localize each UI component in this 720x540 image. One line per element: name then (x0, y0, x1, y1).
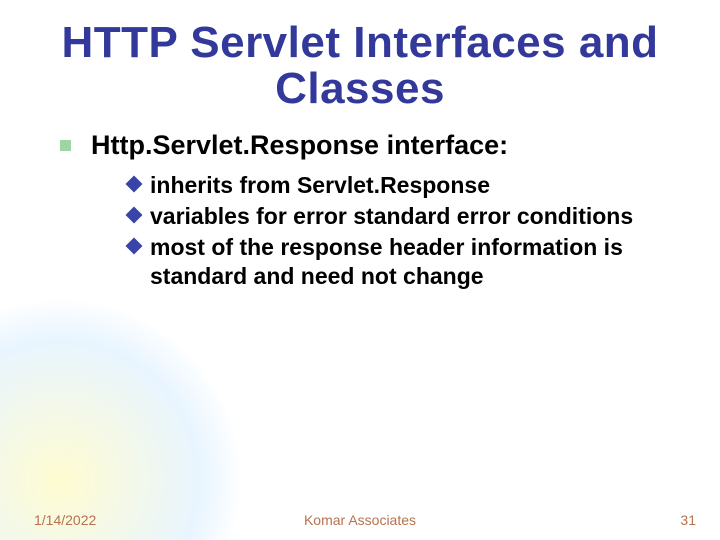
footer-organization: Komar Associates (0, 512, 720, 528)
slide-title: HTTP Servlet Interfaces and Classes (0, 0, 720, 112)
background-gradient-circle (0, 300, 240, 540)
diamond-bullet-icon (128, 209, 140, 221)
level2-text: most of the response header information … (150, 233, 680, 291)
level1-text: Http.Servlet.Response interface: (91, 130, 508, 161)
level2-text: inherits from Servlet.Response (150, 171, 490, 200)
bullet-level2: most of the response header information … (128, 233, 680, 291)
bullet-level1: Http.Servlet.Response interface: (60, 130, 680, 161)
bullet-level2: variables for error standard error condi… (128, 202, 680, 231)
footer-page-number: 31 (680, 512, 696, 528)
diamond-bullet-icon (128, 178, 140, 190)
slide-body: Http.Servlet.Response interface: inherit… (0, 112, 720, 290)
level2-text: variables for error standard error condi… (150, 202, 633, 231)
bullet-level2: inherits from Servlet.Response (128, 171, 680, 200)
slide: HTTP Servlet Interfaces and Classes Http… (0, 0, 720, 540)
square-bullet-icon (60, 140, 71, 151)
diamond-bullet-icon (128, 240, 140, 252)
sub-bullet-group: inherits from Servlet.Response variables… (60, 171, 680, 290)
